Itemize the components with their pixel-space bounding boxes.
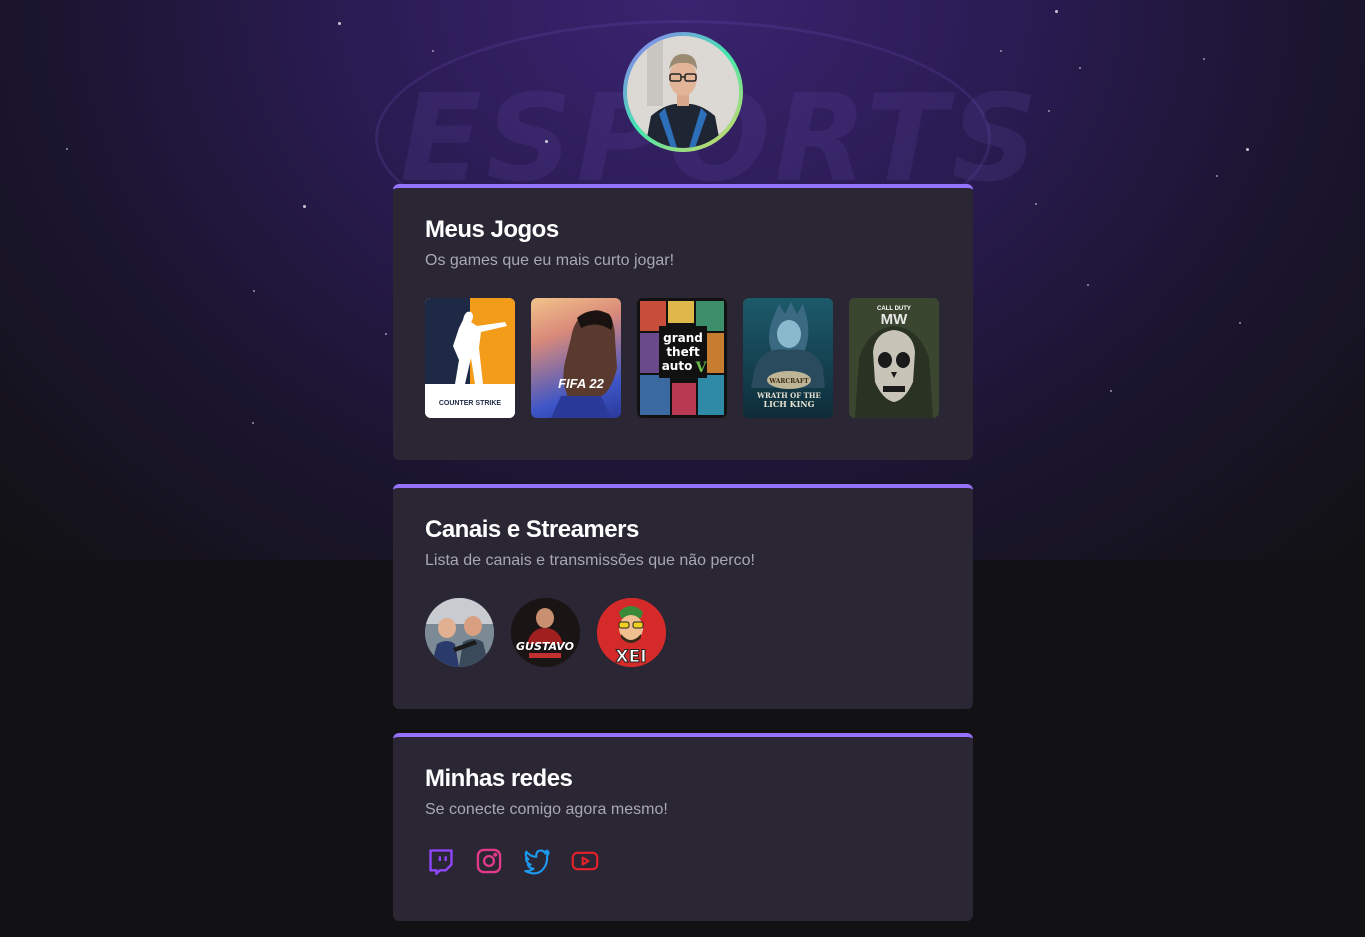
streamer-3-label: XEI bbox=[615, 647, 646, 667]
social-card-subtitle: Se conecte comigo agora mesmo! bbox=[425, 801, 668, 818]
wow-art-icon: WARCRAFT WRATH OF THE LICH KING bbox=[751, 302, 825, 409]
svg-text:theft: theft bbox=[666, 345, 700, 359]
streamer-2-avatar[interactable]: GUSTAVO bbox=[511, 598, 580, 667]
streamers-list: GUSTAVO XEI bbox=[425, 598, 941, 667]
games-list: COUNTER STRIKE FIFA 22 grand theft auto … bbox=[425, 298, 941, 418]
svg-text:LICH KING: LICH KING bbox=[764, 399, 815, 409]
streamers-card: Canais e Streamers Lista de canais e tra… bbox=[393, 484, 973, 709]
cs-go-label: COUNTER STRIKE bbox=[439, 400, 502, 407]
twitch-link[interactable] bbox=[425, 845, 457, 877]
twitter-link[interactable] bbox=[521, 845, 553, 877]
fifa-22-cover[interactable]: FIFA 22 bbox=[531, 298, 621, 418]
streamer-1-avatar[interactable] bbox=[425, 598, 494, 667]
cod-mw2-cover[interactable]: CALL DUTY MW bbox=[849, 298, 939, 418]
streamer-2-label: GUSTAVO bbox=[516, 640, 574, 653]
twitch-icon bbox=[429, 849, 453, 875]
svg-text:WARCRAFT: WARCRAFT bbox=[768, 378, 809, 385]
social-card: Minhas redes Se conecte comigo agora mes… bbox=[393, 733, 973, 921]
streamers-card-title: Canais e Streamers bbox=[425, 516, 639, 543]
social-card-title: Minhas redes bbox=[425, 765, 573, 792]
youtube-link[interactable] bbox=[569, 845, 601, 877]
svg-text:auto: auto bbox=[662, 359, 693, 373]
fifa-label: FIFA 22 bbox=[558, 376, 605, 391]
gta-v-cover[interactable]: grand theft auto V bbox=[637, 298, 727, 418]
streamer-3-avatar[interactable]: XEI bbox=[597, 598, 666, 667]
youtube-icon bbox=[571, 851, 599, 871]
instagram-link[interactable] bbox=[473, 845, 505, 877]
profile-photo-icon bbox=[627, 36, 739, 148]
streamers-card-subtitle: Lista de canais e transmissões que não p… bbox=[425, 552, 755, 569]
cod-art-icon: CALL DUTY MW bbox=[849, 298, 939, 418]
profile-avatar bbox=[627, 36, 739, 148]
instagram-icon bbox=[476, 848, 502, 874]
svg-text:V: V bbox=[695, 360, 708, 376]
twitter-icon bbox=[524, 849, 550, 875]
social-links bbox=[425, 845, 941, 877]
svg-text:grand: grand bbox=[663, 331, 703, 345]
games-card-subtitle: Os games que eu mais curto jogar! bbox=[425, 252, 675, 269]
cs-go-cover[interactable]: COUNTER STRIKE bbox=[425, 298, 515, 418]
cs-go-art-icon: COUNTER STRIKE bbox=[425, 298, 515, 418]
wow-wotlk-cover[interactable]: WARCRAFT WRATH OF THE LICH KING bbox=[743, 298, 833, 418]
fifa-art-icon: FIFA 22 bbox=[551, 310, 617, 418]
gta-art-icon: grand theft auto V bbox=[640, 301, 724, 415]
svg-text:MW: MW bbox=[881, 311, 908, 328]
profile-avatar-ring bbox=[623, 32, 743, 152]
games-card-title: Meus Jogos bbox=[425, 216, 559, 243]
games-card: Meus Jogos Os games que eu mais curto jo… bbox=[393, 184, 973, 460]
